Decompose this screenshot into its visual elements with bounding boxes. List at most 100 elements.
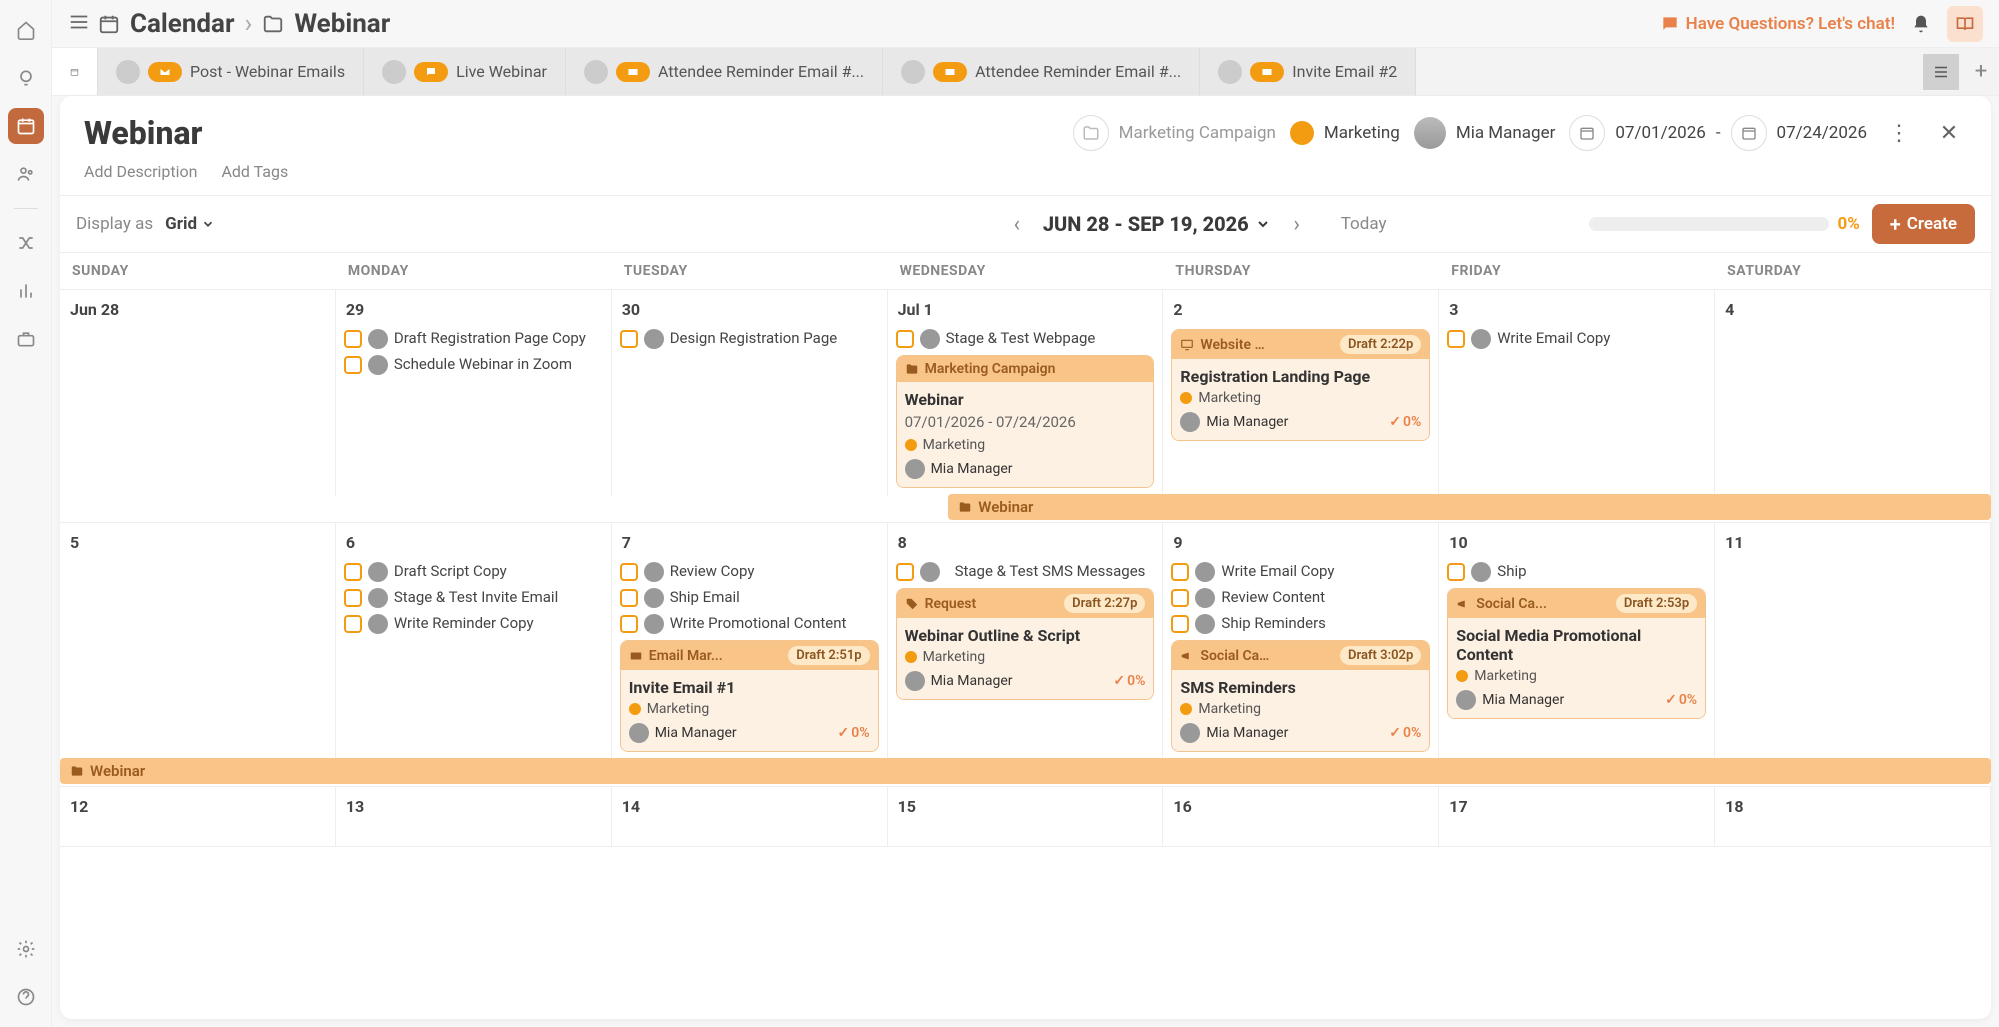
- tab-2[interactable]: Attendee Reminder Email #...: [566, 48, 883, 95]
- topbar: Calendar › Webinar Have Questions? Let's…: [52, 0, 1999, 48]
- task[interactable]: Write Email Copy: [1447, 329, 1706, 349]
- header: Webinar Marketing Campaign Marketing Mia…: [60, 96, 1991, 162]
- dow: THURSDAY: [1163, 253, 1439, 289]
- add-description[interactable]: Add Description: [84, 162, 197, 181]
- left-nav: [0, 0, 52, 1027]
- home-icon[interactable]: [8, 12, 44, 48]
- day-number: Jul 1: [896, 296, 1155, 323]
- day-number: 17: [1447, 793, 1706, 820]
- task[interactable]: Design Registration Page: [620, 329, 879, 349]
- breadcrumb-root[interactable]: Calendar: [130, 9, 235, 39]
- checkbox[interactable]: [896, 563, 914, 581]
- task[interactable]: Draft Script Copy: [344, 562, 603, 582]
- analytics-icon[interactable]: [8, 273, 44, 309]
- task[interactable]: Review Content: [1171, 588, 1430, 608]
- checkbox[interactable]: [1171, 563, 1189, 581]
- parent-folder[interactable]: Marketing Campaign: [1073, 115, 1276, 151]
- tab-0[interactable]: Post - Webinar Emails: [98, 48, 364, 95]
- help-icon[interactable]: [8, 979, 44, 1015]
- checkbox[interactable]: [344, 330, 362, 348]
- checkbox[interactable]: [1171, 615, 1189, 633]
- book-icon[interactable]: [1947, 6, 1983, 42]
- task[interactable]: Write Email Copy: [1171, 562, 1430, 582]
- content-card[interactable]: Social Ca...Draft 3:02p SMS Reminders Ma…: [1171, 640, 1430, 752]
- checkbox[interactable]: [344, 356, 362, 374]
- task[interactable]: Ship: [1447, 562, 1706, 582]
- date-range-label[interactable]: JUN 28 - SEP 19, 2026: [1043, 212, 1271, 236]
- idea-icon[interactable]: [8, 60, 44, 96]
- tabs: Post - Webinar Emails Live Webinar Atten…: [52, 48, 1999, 96]
- tab-3[interactable]: Attendee Reminder Email #...: [883, 48, 1200, 95]
- tab-4[interactable]: Invite Email #2: [1200, 48, 1416, 95]
- folder-icon: [1073, 115, 1109, 151]
- bullhorn-icon: [1456, 597, 1470, 611]
- tab-label: Invite Email #2: [1292, 62, 1397, 81]
- date-range[interactable]: 07/01/2026 - 07/24/2026: [1569, 115, 1867, 151]
- display-as-select[interactable]: Grid: [165, 214, 215, 234]
- checkbox[interactable]: [344, 615, 362, 633]
- task[interactable]: Write Reminder Copy: [344, 614, 603, 634]
- task[interactable]: Stage & Test SMS Messages: [896, 562, 1155, 582]
- breadcrumb-leaf[interactable]: Webinar: [294, 9, 390, 39]
- create-button[interactable]: +Create: [1872, 204, 1975, 244]
- task[interactable]: Stage & Test Invite Email: [344, 588, 603, 608]
- checkbox[interactable]: [896, 330, 914, 348]
- checkbox[interactable]: [620, 330, 638, 348]
- task[interactable]: Ship Reminders: [1171, 614, 1430, 634]
- content-card[interactable]: Social Ca...Draft 2:53p Social Media Pro…: [1447, 588, 1706, 719]
- shuffle-icon[interactable]: [8, 225, 44, 261]
- avatar: [1414, 117, 1446, 149]
- briefcase-icon[interactable]: [8, 321, 44, 357]
- today-button[interactable]: Today: [1341, 214, 1387, 234]
- task[interactable]: Schedule Webinar in Zoom: [344, 355, 603, 375]
- bullhorn-icon: [1180, 649, 1194, 663]
- checkbox[interactable]: [620, 589, 638, 607]
- owner-chip[interactable]: Mia Manager: [1414, 117, 1556, 149]
- bell-icon[interactable]: [1903, 6, 1939, 42]
- checkbox[interactable]: [620, 563, 638, 581]
- checkbox[interactable]: [1447, 563, 1465, 581]
- task[interactable]: Ship Email: [620, 588, 879, 608]
- add-tags[interactable]: Add Tags: [221, 162, 288, 181]
- color-dot: [1290, 121, 1314, 145]
- checkbox[interactable]: [1447, 330, 1465, 348]
- avatar: [920, 329, 940, 349]
- chat-icon: [1660, 14, 1680, 34]
- hamburger-icon[interactable]: [68, 11, 90, 37]
- chat-link[interactable]: Have Questions? Let's chat!: [1660, 14, 1895, 34]
- settings-icon[interactable]: [8, 931, 44, 967]
- content-card[interactable]: RequestDraft 2:27p Webinar Outline & Scr…: [896, 588, 1155, 700]
- campaign-card[interactable]: Marketing Campaign Webinar 07/01/2026 - …: [896, 355, 1155, 488]
- tab-1[interactable]: Live Webinar: [364, 48, 566, 95]
- tab-label: Post - Webinar Emails: [190, 62, 345, 81]
- kebab-icon[interactable]: ⋮: [1881, 115, 1917, 151]
- avatar: [368, 355, 388, 375]
- tab-label: Attendee Reminder Email #...: [975, 62, 1181, 81]
- day-number: 7: [620, 529, 879, 556]
- close-icon[interactable]: ✕: [1931, 115, 1967, 151]
- checkbox[interactable]: [344, 563, 362, 581]
- task[interactable]: Stage & Test Webpage: [896, 329, 1155, 349]
- day-number: 2: [1171, 296, 1430, 323]
- checkbox[interactable]: [1171, 589, 1189, 607]
- avatar: [382, 60, 406, 84]
- task[interactable]: Draft Registration Page Copy: [344, 329, 603, 349]
- content-card[interactable]: Email Mar...Draft 2:51p Invite Email #1 …: [620, 640, 879, 752]
- content-card[interactable]: Website C...Draft 2:22p Registration Lan…: [1171, 329, 1430, 441]
- folder-icon: [70, 764, 84, 778]
- span-webinar[interactable]: Webinar: [60, 758, 1991, 784]
- list-view-icon[interactable]: [1923, 54, 1959, 90]
- next-arrow[interactable]: ›: [1283, 210, 1311, 238]
- task[interactable]: Review Copy: [620, 562, 879, 582]
- add-tab-icon[interactable]: +: [1963, 54, 1999, 90]
- checkbox[interactable]: [620, 615, 638, 633]
- week-row: 12 13 14 15 16 17 18: [60, 787, 1991, 847]
- team-icon[interactable]: [8, 156, 44, 192]
- task[interactable]: Write Promotional Content: [620, 614, 879, 634]
- checkbox[interactable]: [344, 589, 362, 607]
- calendar-nav-icon[interactable]: [8, 108, 44, 144]
- marketing-tag[interactable]: Marketing: [1290, 121, 1400, 145]
- span-webinar[interactable]: Webinar: [948, 494, 1991, 520]
- calendar-tab[interactable]: [52, 48, 98, 95]
- prev-arrow[interactable]: ‹: [1003, 210, 1031, 238]
